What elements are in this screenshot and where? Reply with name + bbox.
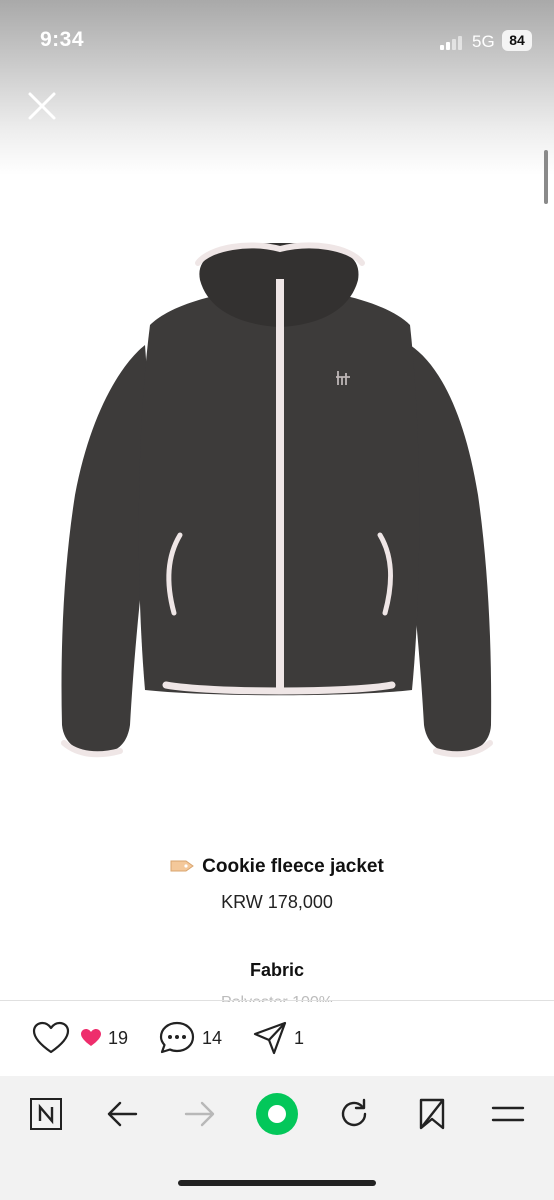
green-dot-button[interactable] [255,1093,299,1135]
fabric-heading: Fabric [249,960,305,980]
bookmark-icon [419,1098,445,1130]
status-time: 9:34 [40,28,85,51]
likes-counter[interactable]: 19 [80,1020,128,1056]
heart-filled-icon [81,1029,101,1046]
battery-icon: 84 [502,30,532,51]
comments-count: 14 [202,1027,223,1048]
forward-arrow-icon [184,1101,215,1127]
back-arrow-icon [107,1101,138,1127]
product-price: KRW 178,000 [221,892,333,912]
product-image [50,235,510,775]
naver-home-button[interactable] [24,1094,68,1134]
home-indicator[interactable] [178,1180,376,1186]
bookmark-button[interactable] [410,1094,454,1134]
refresh-button[interactable] [332,1094,376,1134]
product-title: Cookie fleece jacket [0,856,554,878]
comment-button[interactable]: 14 [158,1020,222,1056]
status-bar: 9:34 5G 84 [0,0,554,80]
share-button[interactable]: 1 [252,1020,304,1056]
tag-icon [170,860,195,872]
forward-button[interactable] [178,1094,222,1134]
menu-button[interactable] [486,1094,530,1134]
close-icon [28,92,56,120]
naver-icon [30,1098,62,1130]
scroll-indicator[interactable] [544,150,548,204]
browser-toolbar [0,1076,554,1200]
like-button[interactable] [32,1020,70,1056]
comment-icon [159,1021,195,1054]
back-button[interactable] [100,1094,144,1134]
signal-icon [440,34,464,50]
heart-outline-icon [32,1021,70,1054]
refresh-icon [341,1098,367,1127]
menu-icon [491,1106,525,1122]
action-bar: 19 14 1 [0,1002,554,1074]
product-title-text: Cookie fleece jacket [202,856,384,877]
likes-count: 19 [108,1027,129,1048]
network-type: 5G [472,32,495,51]
divider [0,1000,554,1001]
close-button[interactable] [24,88,60,124]
green-dot-icon [256,1093,298,1135]
shares-count: 1 [294,1027,305,1048]
send-icon [253,1021,287,1055]
